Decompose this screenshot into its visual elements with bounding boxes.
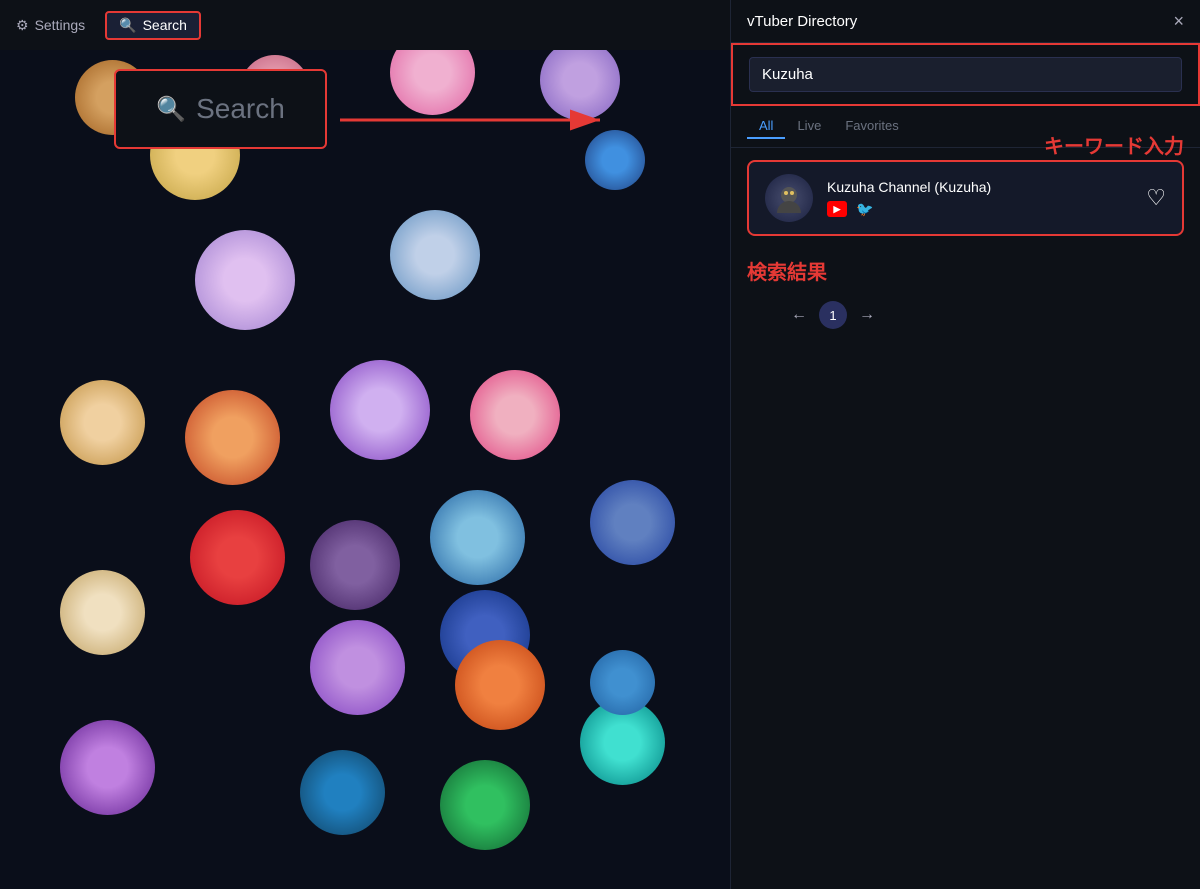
avatar-circle: [60, 720, 155, 815]
favorite-button[interactable]: ♡: [1146, 185, 1166, 211]
search-icon-large: 🔍: [156, 95, 186, 124]
search-label-top: Search: [143, 17, 187, 33]
result-social-icons: ▶ 🐦: [827, 201, 1166, 217]
avatar-circle: [470, 370, 560, 460]
avatar-circle: [440, 760, 530, 850]
avatar-circle: [430, 490, 525, 585]
results-annotation-area: 検索結果: [731, 248, 1200, 293]
avatar-circle: [590, 480, 675, 565]
avatar-circle: [590, 650, 655, 715]
search-icon-small: 🔍: [119, 17, 136, 34]
avatar-circle: [60, 380, 145, 465]
settings-label: Settings: [35, 17, 86, 33]
left-panel: ⚙ Settings 🔍 Search 🔍 Search: [0, 0, 730, 889]
tab-live[interactable]: Live: [785, 114, 833, 139]
next-page-button[interactable]: →: [859, 306, 875, 324]
tab-all[interactable]: All: [747, 114, 785, 139]
search-overlay-box: 🔍 Search: [114, 69, 327, 149]
annotation-keyword-text: キーワード入力: [1044, 136, 1184, 158]
avatar-circle: [455, 640, 545, 730]
youtube-icon: ▶: [827, 201, 847, 217]
search-input-area: [731, 43, 1200, 106]
avatar-circle: [190, 510, 285, 605]
twitter-icon: 🐦: [855, 201, 875, 217]
result-avatar: [765, 174, 813, 222]
annotation-results: 検索結果: [747, 262, 827, 284]
avatar-circle: [185, 390, 280, 485]
keyword-annotation: キーワード入力: [1044, 130, 1184, 159]
tab-favorites[interactable]: Favorites: [833, 114, 910, 139]
avatar-circle: [390, 210, 480, 300]
avatar-circle: [300, 750, 385, 835]
settings-button[interactable]: ⚙ Settings: [16, 17, 85, 34]
pagination: ← 1 →: [731, 293, 1200, 337]
red-arrow-annotation: [330, 95, 620, 145]
avatar-circle: [330, 360, 430, 460]
search-button-top[interactable]: 🔍 Search: [105, 11, 201, 40]
gear-icon: ⚙: [16, 17, 29, 34]
avatar-circle: [310, 520, 400, 610]
search-overlay-text: Search: [196, 93, 285, 125]
top-bar: ⚙ Settings 🔍 Search: [0, 0, 730, 50]
close-button[interactable]: ×: [1173, 12, 1184, 30]
avatar-circle: [310, 620, 405, 715]
search-input[interactable]: [749, 57, 1182, 92]
prev-page-button[interactable]: ←: [791, 306, 807, 324]
dialog-title: vTuber Directory: [747, 13, 857, 30]
avatar-circle: [60, 570, 145, 655]
result-name: Kuzuha Channel (Kuzuha): [827, 179, 1166, 195]
vtube-directory-panel: vTuber Directory × All Live Favorites Ku…: [730, 0, 1200, 889]
avatar-circle: [195, 230, 295, 330]
page-number: 1: [819, 301, 847, 329]
result-info: Kuzuha Channel (Kuzuha) ▶ 🐦: [827, 179, 1166, 217]
dialog-header: vTuber Directory ×: [731, 0, 1200, 43]
search-result-card: Kuzuha Channel (Kuzuha) ▶ 🐦 ♡: [747, 160, 1184, 236]
